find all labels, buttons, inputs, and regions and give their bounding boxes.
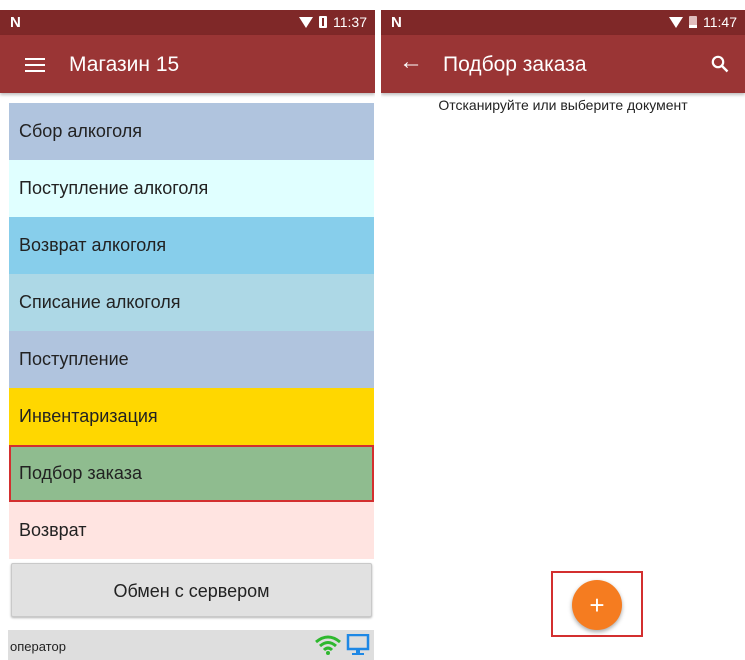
menu-item-alcohol-return[interactable]: Возврат алкоголя bbox=[9, 217, 374, 274]
menu-item-alcohol-receipt[interactable]: Поступление алкоголя bbox=[9, 160, 374, 217]
wifi-icon bbox=[299, 16, 313, 28]
menu-item-receipt[interactable]: Поступление bbox=[9, 331, 374, 388]
menu-item-alcohol-collect[interactable]: Сбор алкоголя bbox=[9, 103, 374, 160]
notification-n-icon: N bbox=[391, 14, 402, 31]
page-title: Магазин 15 bbox=[69, 53, 180, 76]
menu-item-return[interactable]: Возврат bbox=[9, 502, 374, 559]
right-screen: N 11:47 ← Подбор заказа Отсканируйте или… bbox=[381, 0, 745, 660]
main-menu: Сбор алкоголя Поступление алкоголя Возвр… bbox=[9, 103, 374, 559]
footer-bar: оператор bbox=[8, 630, 374, 660]
server-sync-button[interactable]: Обмен с сервером bbox=[11, 563, 372, 617]
add-document-button[interactable]: + bbox=[572, 580, 622, 630]
search-icon[interactable] bbox=[711, 55, 729, 73]
fab-highlight: + bbox=[551, 571, 643, 637]
notification-n-icon: N bbox=[10, 14, 21, 31]
scan-prompt: Отсканируйте или выберите документ bbox=[438, 97, 688, 113]
wifi-signal-icon bbox=[315, 635, 341, 655]
back-arrow-icon[interactable]: ← bbox=[399, 49, 423, 75]
battery-icon bbox=[689, 16, 697, 28]
battery-icon bbox=[319, 16, 327, 28]
menu-icon[interactable] bbox=[25, 58, 45, 76]
left-screen: N 11:37 Магазин 15 Сбор алкоголя Поступл… bbox=[0, 0, 375, 660]
menu-item-order-picking[interactable]: Подбор заказа bbox=[9, 445, 374, 502]
menu-item-inventory[interactable]: Инвентаризация bbox=[9, 388, 374, 445]
app-bar: ← Подбор заказа bbox=[381, 35, 745, 93]
page-title: Подбор заказа bbox=[443, 53, 587, 76]
monitor-icon bbox=[346, 634, 370, 655]
menu-item-alcohol-writeoff[interactable]: Списание алкоголя bbox=[9, 274, 374, 331]
status-bar: N 11:47 bbox=[381, 10, 745, 35]
status-time: 11:37 bbox=[333, 14, 367, 30]
app-bar: Магазин 15 bbox=[0, 35, 375, 93]
wifi-icon bbox=[669, 16, 683, 28]
status-time: 11:47 bbox=[703, 14, 737, 30]
operator-label: оператор bbox=[10, 639, 66, 654]
status-bar: N 11:37 bbox=[0, 10, 375, 35]
